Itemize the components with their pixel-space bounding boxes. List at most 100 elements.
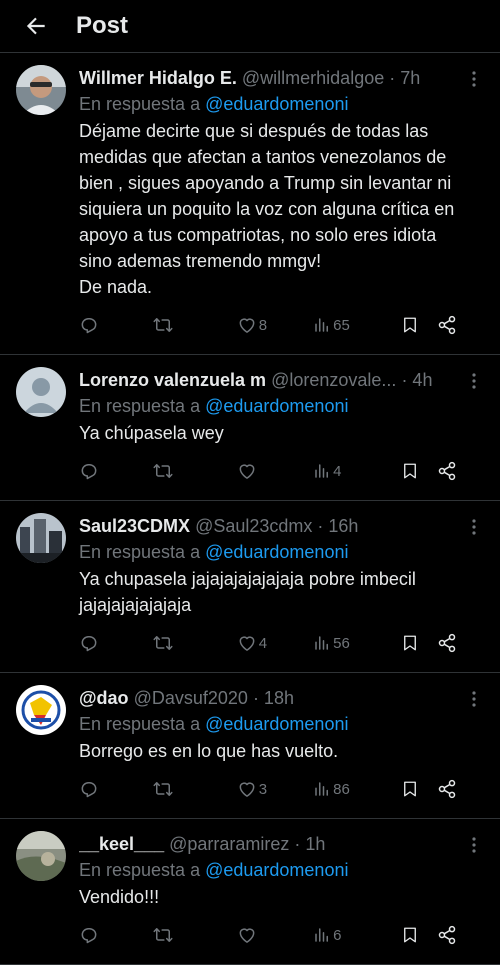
top-bar: Post [0, 0, 500, 53]
reply-to-link[interactable]: @eduardomenoni [205, 542, 348, 562]
avatar[interactable] [16, 367, 66, 417]
author-name[interactable]: @dao [79, 688, 129, 708]
reply-to-link[interactable]: @eduardomenoni [205, 714, 348, 734]
bookmark-button[interactable] [401, 633, 436, 653]
views-button[interactable]: 86 [313, 780, 401, 798]
more-options-button[interactable] [464, 371, 484, 391]
action-bar: 3 86 [79, 770, 466, 808]
like-button[interactable] [237, 461, 313, 481]
reply-item[interactable]: @dao @Davsuf2020 · 18h En respuesta a @e… [0, 673, 500, 819]
share-icon [438, 315, 455, 335]
reply-prefix: En respuesta a [79, 542, 201, 562]
reply-meta: Lorenzo valenzuela m @lorenzovale... · 4… [79, 367, 449, 393]
like-button[interactable] [237, 925, 313, 945]
views-icon [315, 782, 329, 796]
share-button[interactable] [437, 633, 466, 653]
author-handle[interactable]: @Saul23cdmx [195, 516, 312, 536]
bookmark-button[interactable] [401, 925, 436, 945]
action-bar: 4 56 [79, 624, 466, 662]
views-count: 4 [333, 462, 342, 480]
views-count: 6 [333, 926, 342, 944]
retweet-icon [153, 464, 173, 478]
more-options-button[interactable] [464, 689, 484, 709]
like-button[interactable]: 4 [237, 633, 313, 653]
reply-icon [81, 782, 97, 798]
reply-item[interactable]: Lorenzo valenzuela m @lorenzovale... · 4… [0, 355, 500, 501]
bookmark-icon [404, 317, 417, 333]
retweet-button[interactable] [152, 315, 236, 335]
reply-context: En respuesta a @eduardomenoni [79, 711, 466, 737]
author-name[interactable]: Lorenzo valenzuela m [79, 370, 266, 390]
views-button[interactable]: 56 [313, 634, 401, 652]
reply-prefix: En respuesta a [79, 396, 201, 416]
more-options-button[interactable] [464, 835, 484, 855]
reply-icon [81, 318, 97, 334]
reply-to-link[interactable]: @eduardomenoni [205, 860, 348, 880]
page-title: Post [76, 12, 129, 39]
more-options-button[interactable] [464, 69, 484, 89]
bookmark-icon [404, 635, 417, 651]
post-time: · 18h [252, 688, 294, 708]
like-button[interactable]: 3 [237, 779, 313, 799]
bookmark-button[interactable] [401, 461, 436, 481]
share-button[interactable] [437, 315, 466, 335]
share-button[interactable] [437, 779, 466, 799]
heart-icon [239, 928, 255, 943]
more-options-button[interactable] [464, 517, 484, 537]
reply-to-link[interactable]: @eduardomenoni [205, 94, 348, 114]
reply-context: En respuesta a @eduardomenoni [79, 393, 466, 419]
reply-to-link[interactable]: @eduardomenoni [205, 396, 348, 416]
reply-button[interactable] [79, 461, 152, 481]
retweet-button[interactable] [152, 925, 236, 945]
views-button[interactable]: 6 [313, 926, 401, 944]
share-icon [438, 461, 455, 481]
share-button[interactable] [437, 925, 466, 945]
reply-button[interactable] [79, 315, 152, 335]
avatar[interactable] [16, 65, 66, 115]
retweet-icon [153, 782, 173, 796]
retweet-button[interactable] [152, 633, 236, 653]
reply-text: Borrego es en lo que has vuelto. [79, 741, 339, 761]
reply-item[interactable]: __keel___ @parraramirez · 1h En respuest… [0, 819, 500, 965]
like-count: 4 [258, 634, 268, 652]
retweet-icon [153, 636, 173, 650]
author-handle[interactable]: @lorenzovale... [271, 370, 396, 390]
avatar[interactable] [16, 513, 66, 563]
retweet-icon [153, 928, 173, 942]
more-vertical-icon [472, 373, 476, 389]
views-icon [315, 928, 329, 942]
like-button[interactable]: 8 [237, 315, 313, 335]
post-time: · 7h [389, 68, 421, 88]
reply-context: En respuesta a @eduardomenoni [79, 857, 466, 883]
author-handle[interactable]: @parraramirez [169, 834, 289, 854]
retweet-button[interactable] [152, 461, 236, 481]
bookmark-button[interactable] [401, 779, 436, 799]
heart-icon [239, 636, 255, 651]
reply-icon [81, 464, 97, 480]
bookmark-icon [404, 927, 417, 943]
reply-item[interactable]: Willmer Hidalgo E. @willmerhidalgoe · 7h… [0, 53, 500, 355]
retweet-button[interactable] [152, 779, 236, 799]
reply-prefix: En respuesta a [79, 860, 201, 880]
reply-icon [81, 636, 97, 652]
bookmark-button[interactable] [401, 315, 436, 335]
share-icon [438, 925, 455, 945]
reply-text: Ya chupasela jajajajajajajaja pobre imbe… [79, 569, 416, 615]
views-button[interactable]: 4 [313, 462, 401, 480]
author-name[interactable]: __keel___ [79, 834, 164, 854]
author-handle[interactable]: @Davsuf2020 [134, 688, 248, 708]
views-button[interactable]: 65 [313, 316, 401, 334]
reply-item[interactable]: Saul23CDMX @Saul23cdmx · 16h En respuest… [0, 501, 500, 673]
reply-button[interactable] [79, 925, 152, 945]
author-name[interactable]: Saul23CDMX [79, 516, 190, 536]
back-button[interactable] [16, 6, 56, 46]
author-name[interactable]: Willmer Hidalgo E. [79, 68, 237, 88]
share-button[interactable] [437, 461, 466, 481]
reply-button[interactable] [79, 633, 152, 653]
avatar[interactable] [16, 685, 66, 735]
author-handle[interactable]: @willmerhidalgoe [242, 68, 384, 88]
reply-button[interactable] [79, 779, 152, 799]
views-count: 86 [333, 780, 350, 798]
more-vertical-icon [472, 71, 476, 87]
avatar[interactable] [16, 831, 66, 881]
